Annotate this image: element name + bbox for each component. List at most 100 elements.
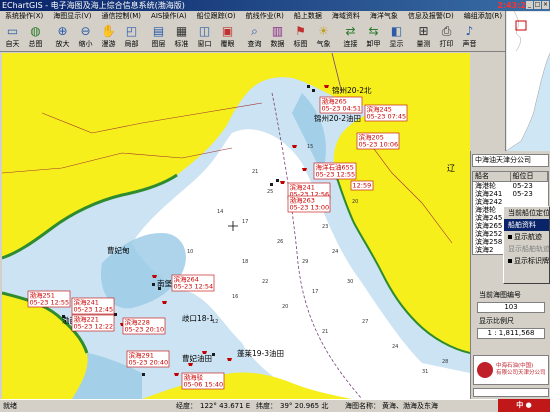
- maximize-button[interactable]: □: [534, 1, 541, 9]
- toolbar-button-hand[interactable]: ✋ 漫游: [97, 22, 120, 51]
- ship-label-text: 05-23 20:10: [125, 326, 165, 334]
- toolbar-button-plot[interactable]: ⚑ 标图: [289, 22, 312, 51]
- toolbar-button-connect[interactable]: ⇄ 连接: [339, 22, 362, 51]
- data-icon: ▥: [271, 24, 284, 38]
- table-row[interactable]: 海港轮 05-23: [473, 182, 548, 190]
- ship-label[interactable]: 渤海26505-23 04:51: [319, 97, 363, 114]
- ship-label[interactable]: 海洋石油65505-23 12:55: [313, 163, 357, 180]
- toolbar-button-display[interactable]: ◧ 显示: [385, 22, 408, 51]
- toolbar-button-zoom-out[interactable]: ⊖ 缩小: [74, 22, 97, 51]
- ship-label[interactable]: 滨海24105-23 12:45: [71, 298, 115, 315]
- context-menu-item[interactable]: 显示船舶轨迹: [504, 243, 549, 255]
- table-cell: 05-23: [512, 182, 533, 190]
- toolbar-button-disconnect[interactable]: ⇆ 卸甲: [362, 22, 385, 51]
- table-row[interactable]: 滨海242: [473, 198, 548, 206]
- svg-text:17: 17: [312, 289, 318, 295]
- context-menu-item[interactable]: 显示航迹: [504, 231, 549, 243]
- toolbar-button-weather[interactable]: ☀ 气象: [312, 22, 335, 51]
- svg-text:21: 21: [252, 169, 258, 175]
- context-menu-item[interactable]: 当前船位定位: [504, 207, 549, 219]
- toolbar-button-zoom-in[interactable]: ⊕ 放大: [51, 22, 74, 51]
- svg-text:15: 15: [307, 144, 313, 150]
- hand-icon: ✋: [101, 24, 116, 38]
- standard-icon: ▦: [175, 24, 188, 38]
- ship-label[interactable]: 滨海22805-23 20:10: [122, 318, 166, 335]
- table-row[interactable]: 滨海241 05-23: [473, 190, 548, 198]
- menu-item[interactable]: 海洋气象: [365, 11, 403, 22]
- toolbar-button-print[interactable]: ⎙ 打印: [435, 22, 458, 51]
- ship-label[interactable]: 滨海24505-23 07:45: [364, 105, 408, 122]
- ship-label[interactable]: 渤海25105-23 12:55: [27, 291, 71, 308]
- toolbar-button-label: 气象: [316, 40, 331, 48]
- toolbar-button-label: 缩小: [78, 40, 93, 48]
- toolbar-button-sound[interactable]: ♪ 声音: [458, 22, 481, 51]
- app-window: EChartGIS - 电子海图及海上综合信息系统(渤海版) 2:43:2 _ …: [0, 0, 550, 412]
- place-name: 曹妃甸: [107, 245, 130, 255]
- menu-item[interactable]: 船位跟踪(O): [192, 11, 241, 22]
- ship-label[interactable]: 12:59: [350, 180, 374, 191]
- menu-item[interactable]: AIS操作(A): [146, 11, 192, 22]
- toolbar-button-measure[interactable]: ⊞ 量测: [412, 22, 435, 51]
- nautical-chart[interactable]: 2125 1923 2618 2924 2217 3020 1627 2124 …: [2, 53, 470, 399]
- ship-label[interactable]: 渤海26305-23 13:00: [287, 196, 331, 213]
- ime-indicator[interactable]: 中 ●: [498, 399, 550, 412]
- context-menu-label: 船舶资料: [508, 221, 536, 229]
- region-icon: ◰: [125, 24, 138, 38]
- column-header[interactable]: 船位日: [511, 172, 548, 181]
- chart-map-view[interactable]: 2125 1923 2618 2924 2217 3020 1627 2124 …: [2, 53, 470, 399]
- column-header[interactable]: 船名: [473, 172, 511, 181]
- print-icon: ⎙: [441, 24, 452, 38]
- ship-label[interactable]: 渤海驳05-06 15:40: [181, 373, 225, 390]
- menu-item[interactable]: 船上数据: [289, 11, 327, 22]
- layers-icon: ▤: [152, 24, 165, 38]
- toolbar-button-window[interactable]: ◫ 窗口: [193, 22, 216, 51]
- toolbar-button-data[interactable]: ▥ 数据: [266, 22, 289, 51]
- window-controls: _ □ ×: [526, 1, 549, 9]
- context-menu-item[interactable]: 船舶资料: [504, 219, 549, 231]
- ship-label[interactable]: 滨海26405-23 12:54: [171, 275, 215, 292]
- table-cell: 05-23: [512, 190, 533, 198]
- chart-number-label: 当前海图编号: [479, 291, 521, 299]
- menu-item[interactable]: 系统操作(X): [0, 11, 48, 22]
- menu-item[interactable]: 信息及报警(D): [403, 11, 459, 22]
- toolbar-button-overlay[interactable]: ▣ 覆眼: [216, 22, 239, 51]
- toolbar-button-label: 打印: [439, 40, 454, 48]
- menu-item[interactable]: 编组添加(R): [459, 11, 505, 22]
- ship-label[interactable]: 滨海20505-23 10:06: [356, 133, 400, 150]
- info-box: [473, 388, 549, 397]
- minimize-button[interactable]: _: [526, 1, 533, 9]
- latitude-value: 39° 20.965 北: [280, 402, 329, 410]
- ship-label-text: 05-23 12:55: [316, 171, 356, 179]
- ship-label[interactable]: 滨海29105-23 20:40: [126, 351, 170, 368]
- longitude-label: 经度：: [176, 402, 197, 410]
- toolbar-button-layers[interactable]: ▤ 图层: [147, 22, 170, 51]
- context-menu-label: 显示航迹: [514, 233, 542, 241]
- toolbar-button-label: 标图: [293, 40, 308, 48]
- menu-item[interactable]: 航线作业(R): [241, 11, 289, 22]
- toolbar-button-query[interactable]: ⌕ 查询: [243, 22, 266, 51]
- menu-item[interactable]: 通信控制(M): [97, 11, 147, 22]
- menu-item[interactable]: 海图显示(V): [48, 11, 96, 22]
- toolbar: ▭ 自天 ◍ 总图 ⊕ 放大 ⊖ 缩小 ✋ 漫游 ◰ 局部 ▤ 图层 ▦ 标准 ◫ 窗口 ▣ 覆眼 ⌕ 查询 ▥ 数据 ⚑ 标图 ☀…: [0, 22, 505, 52]
- overview-minimap[interactable]: [505, 11, 550, 151]
- window-title: EChartGIS - 电子海图及海上综合信息系统(渤海版): [2, 1, 185, 10]
- toolbar-button-label: 查询: [247, 40, 262, 48]
- ship-label[interactable]: 渤海22105-23 12:22: [71, 315, 115, 332]
- bullet-icon: [508, 259, 512, 263]
- toolbar-button-label: 漫游: [101, 40, 116, 48]
- minimap-chart[interactable]: [506, 11, 550, 151]
- bullet-icon: [508, 235, 512, 239]
- ship-label-text: 05-23 04:51: [322, 105, 362, 113]
- toolbar-button-globe[interactable]: ◍ 总图: [24, 22, 47, 51]
- menu-item[interactable]: 海域资料: [327, 11, 365, 22]
- context-menu-item[interactable]: 显示标识牌: [504, 255, 549, 267]
- toolbar-button-monitor[interactable]: ▭ 自天: [1, 22, 24, 51]
- toolbar-button-label: 自天: [5, 40, 20, 48]
- toolbar-button-label: 标准: [174, 40, 189, 48]
- svg-text:27: 27: [362, 319, 368, 325]
- toolbar-button-region[interactable]: ◰ 局部: [120, 22, 143, 51]
- measure-icon: ⊞: [418, 24, 429, 38]
- close-button[interactable]: ×: [542, 1, 549, 9]
- toolbar-button-standard[interactable]: ▦ 标准: [170, 22, 193, 51]
- zoom-out-icon: ⊖: [80, 24, 91, 38]
